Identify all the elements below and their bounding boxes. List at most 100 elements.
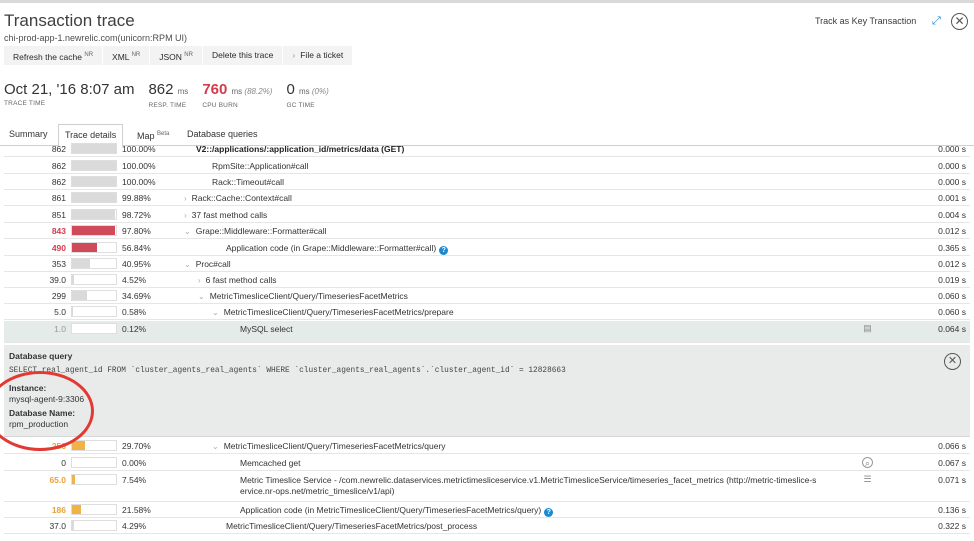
segment-name: V2::/applications/:application_id/metric…: [196, 144, 405, 154]
segment-name: ⌄ MetricTimesliceClient/Query/TimeseriesF…: [212, 307, 454, 317]
resp-time-stat: 862 ms RESP. TIME: [148, 81, 189, 110]
percent-of-total: 56.84%: [122, 243, 151, 253]
refresh-cache-button[interactable]: Refresh the cache NR: [4, 46, 104, 65]
chevron-down-icon[interactable]: ⌄: [212, 308, 219, 317]
duration-bar-fill: [72, 505, 82, 514]
trace-row[interactable]: 862 100.00% V2::/applications/:application…: [4, 141, 970, 157]
list-icon[interactable]: ☰: [862, 474, 873, 485]
trace-row[interactable]: 299 34.69% ⌄ MetricTimesliceClient/Query/Ti…: [4, 288, 970, 304]
segment-time: 0.066 s: [938, 441, 966, 451]
trace-row[interactable]: 353 40.95% ⌄ Proc#call 0.012 s: [4, 256, 970, 272]
percent-of-total: 21.58%: [122, 505, 151, 515]
expand-icon[interactable]: ⤢: [932, 15, 944, 27]
duration-ms: 861: [51, 193, 66, 203]
toolbar: Refresh the cache NR XML NR JSON NR Dele…: [4, 46, 354, 65]
duration-bar: [71, 306, 117, 317]
duration-bar-fill: [72, 161, 116, 170]
duration-ms: 851: [51, 210, 66, 220]
file-ticket-button[interactable]: › File a ticket: [283, 46, 354, 65]
segment-time: 0.071 s: [938, 475, 966, 485]
percent-of-total: 0.12%: [122, 324, 147, 334]
duration-ms: 5.0: [54, 307, 66, 317]
trace-row[interactable]: 861 99.88% › Rack::Cache::Context#call 0.001…: [4, 190, 970, 206]
percent-of-total: 40.95%: [122, 259, 151, 269]
duration-ms: 39.0: [49, 275, 66, 285]
trace-row[interactable]: 65.0 7.54% Metric Timeslice Service - /com…: [4, 472, 970, 502]
duration-ms: 353: [51, 259, 66, 269]
segment-name: ⌄ Proc#call: [184, 259, 231, 269]
trace-row[interactable]: 37.0 4.29% MetricTimesliceClient/Query/Tim…: [4, 518, 970, 534]
duration-bar-fill: [72, 521, 74, 530]
json-button[interactable]: JSON NR: [150, 46, 203, 65]
trace-time-stat: Oct 21, '16 8:07 am TRACE TIME: [4, 81, 135, 108]
help-icon[interactable]: ?: [544, 508, 554, 517]
duration-bar-fill: [72, 144, 116, 153]
chevron-right-icon[interactable]: ›: [198, 276, 201, 285]
segment-time: 0.019 s: [938, 275, 966, 285]
segment-name: RpmSite::Application#call: [212, 161, 309, 171]
duration-bar: [71, 176, 117, 187]
duration-bar: [71, 290, 117, 301]
chevron-down-icon[interactable]: ⌄: [184, 260, 191, 269]
trace-row[interactable]: 39.0 4.52% › 6 fast method calls 0.019 s: [4, 272, 970, 288]
close-icon[interactable]: ✕: [944, 353, 961, 370]
duration-ms: 1.0: [54, 324, 66, 334]
percent-of-total: 0.58%: [122, 307, 147, 317]
percent-of-total: 100.00%: [122, 144, 156, 154]
percent-of-total: 97.80%: [122, 226, 151, 236]
trace-row[interactable]: 862 100.00% RpmSite::Application#call 0.000…: [4, 158, 970, 174]
chevron-down-icon[interactable]: ⌄: [184, 227, 191, 236]
trace-row[interactable]: 1.0 0.12% MySQL select ▤ 0.064 s: [4, 321, 970, 343]
duration-bar: [71, 209, 117, 220]
duration-ms: 299: [51, 291, 66, 301]
duration-bar: [71, 192, 117, 203]
percent-of-total: 34.69%: [122, 291, 151, 301]
duration-bar: [71, 520, 117, 531]
trace-row[interactable]: 256 29.70% ⌄ MetricTimesliceClient/Query/Ti…: [4, 438, 970, 454]
segment-name: Memcached get: [240, 458, 301, 468]
chevron-down-icon[interactable]: ⌄: [198, 292, 205, 301]
duration-bar-fill: [72, 193, 116, 202]
page-title: Transaction trace: [4, 11, 135, 30]
database-query-panel: Database query SELECT real_agent_id FROM…: [4, 345, 970, 437]
chevron-right-icon[interactable]: ›: [184, 194, 187, 203]
cpu-burn-stat: 760 ms (88.2%) CPU BURN: [202, 81, 273, 110]
percent-of-total: 98.72%: [122, 210, 151, 220]
percent-of-total: 4.29%: [122, 521, 147, 531]
chevron-down-icon[interactable]: ⌄: [212, 442, 219, 451]
close-icon[interactable]: ✕: [951, 13, 968, 30]
duration-bar-fill: [72, 226, 116, 235]
segment-name: › 6 fast method calls: [198, 275, 277, 285]
segment-time: 0.000 s: [938, 161, 966, 171]
segment-time: 0.365 s: [938, 243, 966, 253]
duration-bar-fill: [72, 210, 116, 219]
trace-row[interactable]: 862 100.00% Rack::Timeout#call 0.000 s: [4, 174, 970, 190]
segment-time: 0.060 s: [938, 307, 966, 317]
segment-name: ⌄ Grape::Middleware::Formatter#call: [184, 226, 327, 236]
trace-row[interactable]: 5.0 0.58% ⌄ MetricTimesliceClient/Query/Tim…: [4, 304, 970, 320]
delete-trace-button[interactable]: Delete this trace: [202, 46, 284, 65]
trace-row[interactable]: 490 56.84% Application code (in Grape::Mid…: [4, 240, 970, 256]
database-icon[interactable]: ▤: [862, 323, 873, 334]
trace-row[interactable]: 843 97.80% ⌄ Grape::Middleware::Formatter#c…: [4, 223, 970, 239]
segment-name: MySQL select: [240, 324, 293, 334]
track-key-transaction-link[interactable]: Track as Key Transaction: [815, 16, 916, 26]
trace-row[interactable]: 0 0.00% Memcached get ⌕ 0.067 s: [4, 455, 970, 471]
chevron-right-icon[interactable]: ›: [184, 211, 187, 220]
trace-row[interactable]: 851 98.72% › 37 fast method calls 0.004 s: [4, 207, 970, 223]
segment-time: 0.012 s: [938, 226, 966, 236]
search-icon[interactable]: ⌕: [862, 457, 873, 468]
segment-name: ⌄ MetricTimesliceClient/Query/TimeseriesF…: [198, 291, 408, 301]
segment-time: 0.322 s: [938, 521, 966, 531]
segment-time: 0.001 s: [938, 193, 966, 203]
db-query-heading: Database query: [9, 351, 73, 361]
duration-bar-fill: [72, 275, 74, 284]
duration-bar: [71, 474, 117, 485]
percent-of-total: 29.70%: [122, 441, 151, 451]
xml-button[interactable]: XML NR: [103, 46, 151, 65]
percent-of-total: 100.00%: [122, 161, 156, 171]
help-icon[interactable]: ?: [439, 246, 449, 255]
duration-bar-fill: [72, 441, 86, 450]
duration-ms: 490: [51, 243, 66, 253]
trace-row[interactable]: 186 21.58% Application code (in MetricTime…: [4, 502, 970, 518]
